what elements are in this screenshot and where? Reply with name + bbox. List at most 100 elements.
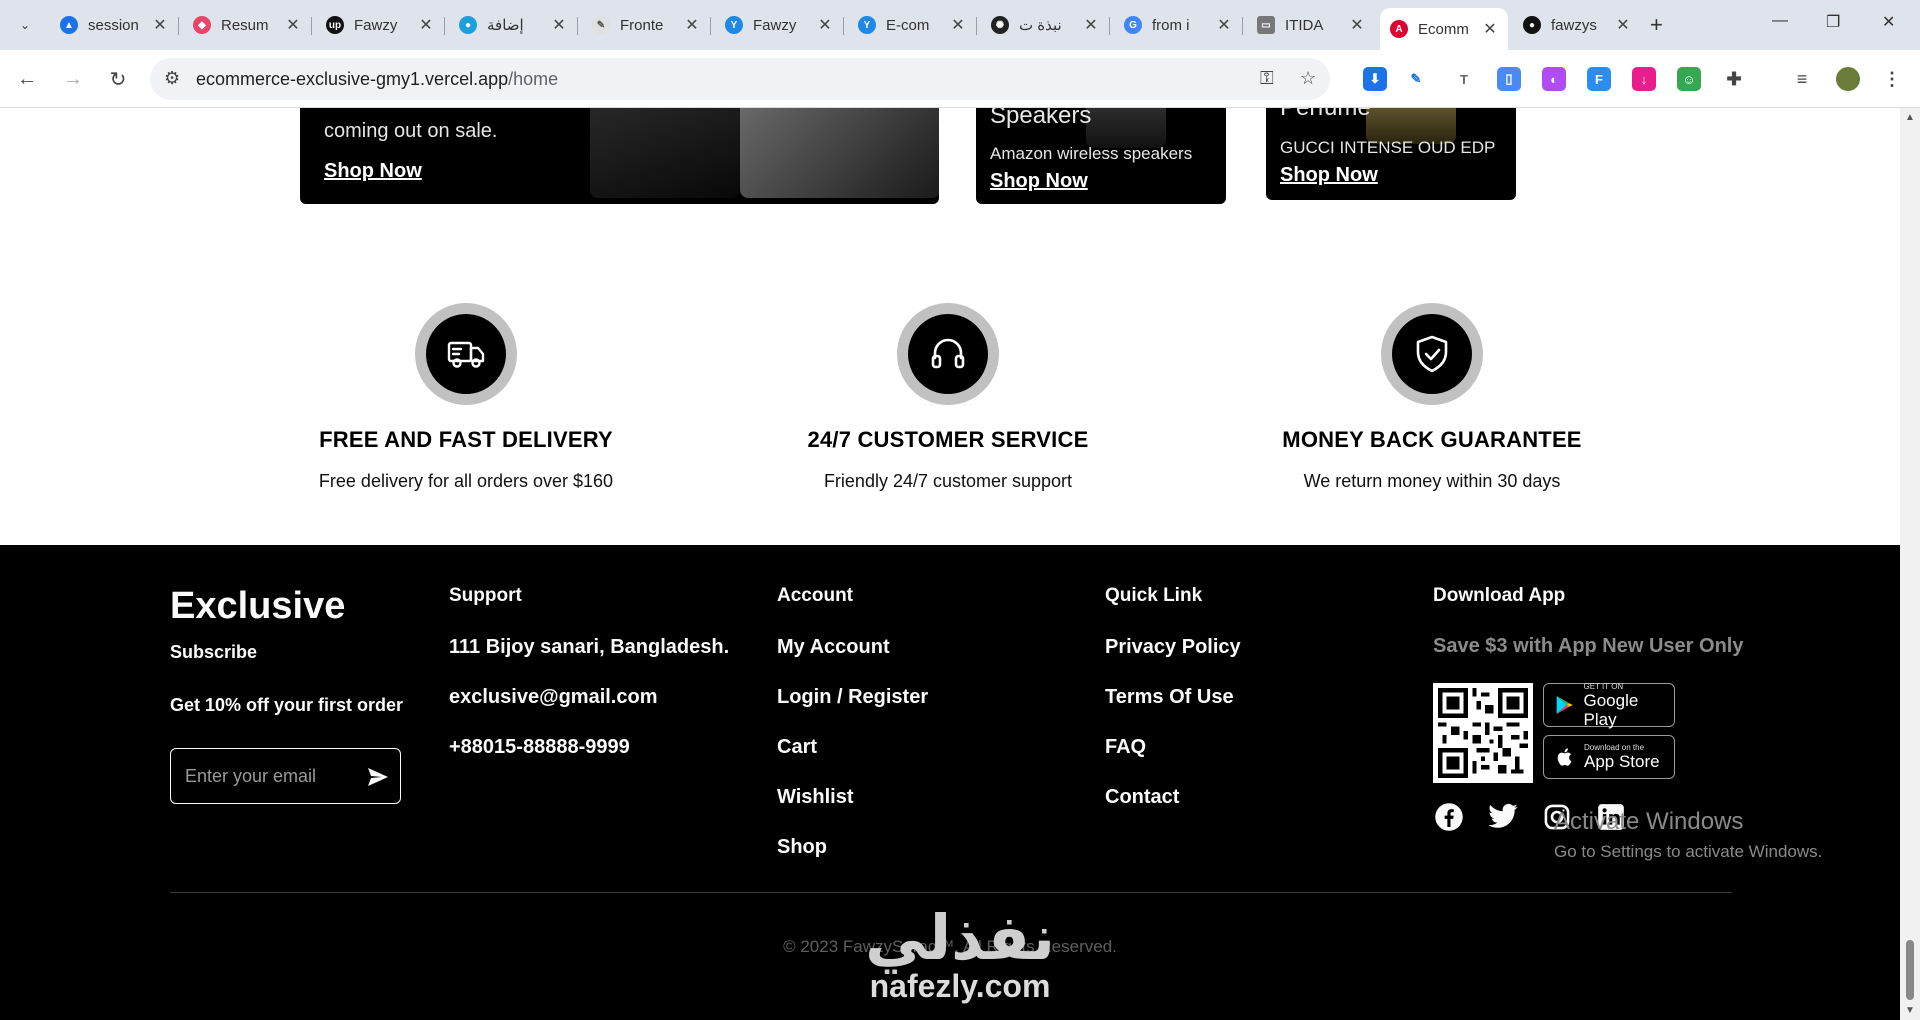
footer-link-my-account[interactable]: My Account bbox=[777, 635, 928, 685]
watermark-arabic-text: نفذلي bbox=[865, 901, 1055, 974]
close-icon[interactable]: ✕ bbox=[418, 15, 434, 35]
footer-link-cart[interactable]: Cart bbox=[777, 735, 928, 785]
reload-icon[interactable]: ↻ bbox=[103, 64, 133, 94]
support-phone[interactable]: +88015-88888-9999 bbox=[449, 735, 729, 785]
promo-card-perfume: Perfume GUCCI INTENSE OUD EDP Shop Now bbox=[1266, 108, 1516, 200]
download-icon[interactable]: ⬇ bbox=[1363, 67, 1387, 91]
browser-tab-active[interactable]: A Ecomm ✕ bbox=[1380, 8, 1508, 50]
shop-now-link[interactable]: Shop Now bbox=[324, 160, 422, 183]
close-icon[interactable]: ✕ bbox=[285, 15, 301, 35]
extensions-puzzle-icon[interactable]: ✚ bbox=[1722, 67, 1746, 91]
browser-tab[interactable]: Y E-com ✕ bbox=[848, 8, 977, 42]
media-control-icon[interactable]: ≡ bbox=[1790, 67, 1814, 91]
twitter-icon[interactable] bbox=[1487, 801, 1519, 833]
close-icon[interactable]: ✕ bbox=[1615, 15, 1631, 35]
store-small-text: Download on the bbox=[1584, 743, 1645, 752]
browser-tab[interactable]: up Fawzy ✕ bbox=[316, 8, 445, 42]
scroll-down-arrow-icon[interactable]: ▼ bbox=[1905, 1005, 1915, 1016]
profile-avatar[interactable] bbox=[1836, 67, 1860, 91]
product-image bbox=[1086, 108, 1166, 148]
tab-favicon: Y bbox=[725, 16, 743, 34]
new-tab-button[interactable]: + bbox=[1650, 12, 1663, 38]
footer-link-wishlist[interactable]: Wishlist bbox=[777, 785, 928, 835]
footer-divider bbox=[170, 892, 1732, 893]
url-host: ecommerce-exclusive-gmy1.vercel.app bbox=[196, 69, 509, 89]
close-icon[interactable]: ✕ bbox=[1349, 15, 1365, 35]
tab-favicon: G bbox=[1124, 16, 1142, 34]
close-icon[interactable]: ✕ bbox=[684, 15, 700, 35]
tab-label: إضافة bbox=[487, 17, 524, 34]
browser-tab[interactable]: ◆ Resum ✕ bbox=[183, 8, 312, 42]
app-store-button[interactable]: Download on the App Store bbox=[1543, 735, 1675, 779]
facebook-icon[interactable] bbox=[1433, 801, 1465, 833]
close-icon[interactable]: ✕ bbox=[1482, 19, 1498, 39]
promo-title: Perfume bbox=[1280, 108, 1371, 122]
browser-tab[interactable]: G from i ✕ bbox=[1114, 8, 1243, 42]
forward-icon[interactable]: → bbox=[58, 64, 88, 94]
copy-extension-icon[interactable]: ▯ bbox=[1497, 67, 1521, 91]
footer-link-shop[interactable]: Shop bbox=[777, 835, 928, 885]
window-close-icon[interactable]: ✕ bbox=[1882, 12, 1895, 32]
close-icon[interactable]: ✕ bbox=[551, 15, 567, 35]
footer-link-privacy-policy[interactable]: Privacy Policy bbox=[1105, 635, 1241, 685]
pen-extension-icon[interactable]: ✎ bbox=[1404, 67, 1428, 91]
site-info-icon[interactable]: ⚙ bbox=[164, 68, 180, 89]
browser-tab[interactable]: ▭ ITIDA ✕ bbox=[1247, 8, 1375, 42]
google-play-icon bbox=[1556, 696, 1573, 714]
password-key-icon[interactable]: ⚿ bbox=[1260, 68, 1274, 89]
url-text[interactable]: ecommerce-exclusive-gmy1.vercel.app/home bbox=[196, 69, 558, 90]
service-icon-ring bbox=[897, 303, 999, 405]
address-bar[interactable]: ⚙ ecommerce-exclusive-gmy1.vercel.app/ho… bbox=[150, 58, 1330, 100]
tab-label: Fawzy bbox=[753, 16, 797, 34]
text-extension-icon[interactable]: T bbox=[1452, 67, 1476, 91]
browser-tab[interactable]: ● إضافة ✕ bbox=[449, 8, 578, 42]
browser-tab[interactable]: ✺ نبذة ت ✕ bbox=[981, 8, 1110, 42]
tab-favicon: ▲ bbox=[60, 16, 78, 34]
close-icon[interactable]: ✕ bbox=[1083, 15, 1099, 35]
footer-link-terms[interactable]: Terms Of Use bbox=[1105, 685, 1241, 735]
scroll-up-arrow-icon[interactable]: ▲ bbox=[1905, 112, 1915, 123]
promo-card-speaker-set: coming out on sale. Shop Now bbox=[300, 108, 939, 204]
browser-tab[interactable]: ✎ Fronte ✕ bbox=[582, 8, 711, 42]
restore-icon[interactable]: ❐ bbox=[1826, 12, 1840, 32]
robot-extension-icon[interactable]: ☺ bbox=[1677, 67, 1701, 91]
support-email[interactable]: exclusive@gmail.com bbox=[449, 685, 729, 735]
tab-label: Resum bbox=[221, 16, 269, 34]
back-icon[interactable]: ← bbox=[12, 64, 42, 94]
footer-quick-link-column: Quick Link Privacy Policy Terms Of Use F… bbox=[1105, 585, 1241, 835]
page-scrollbar[interactable]: ▲ ▼ bbox=[1900, 108, 1920, 1020]
tab-favicon: ◆ bbox=[193, 16, 211, 34]
scrollbar-thumb[interactable] bbox=[1906, 940, 1914, 1000]
tab-search-button[interactable]: ⌄ bbox=[12, 12, 38, 38]
download-note: Save $3 with App New User Only bbox=[1433, 635, 1744, 657]
close-icon[interactable]: ✕ bbox=[1216, 15, 1232, 35]
downloader-extension-icon[interactable]: ↓ bbox=[1632, 67, 1656, 91]
google-play-button[interactable]: GET IT ON Google Play bbox=[1543, 682, 1675, 729]
footer-link-faq[interactable]: FAQ bbox=[1105, 735, 1241, 785]
footer-account-column: Account My Account Login / Register Cart… bbox=[777, 585, 928, 885]
product-image bbox=[740, 108, 939, 198]
close-icon[interactable]: ✕ bbox=[152, 15, 168, 35]
close-icon[interactable]: ✕ bbox=[950, 15, 966, 35]
purple-extension-icon[interactable]: ◐ bbox=[1542, 67, 1566, 91]
shop-now-link[interactable]: Shop Now bbox=[990, 170, 1088, 193]
email-input[interactable] bbox=[185, 763, 355, 789]
minimize-icon[interactable]: — bbox=[1772, 12, 1788, 30]
fi-extension-icon[interactable]: F bbox=[1587, 67, 1611, 91]
footer-link-contact[interactable]: Contact bbox=[1105, 785, 1241, 835]
subscribe-heading: Subscribe bbox=[170, 642, 258, 662]
service-title: 24/7 CUSTOMER SERVICE bbox=[807, 427, 1089, 452]
send-icon[interactable] bbox=[366, 765, 390, 789]
browser-tab[interactable]: ▲ session ✕ bbox=[50, 8, 179, 42]
footer-link-login-register[interactable]: Login / Register bbox=[777, 685, 928, 735]
activate-windows-watermark: Activate Windows Go to Settings to activ… bbox=[1554, 808, 1822, 862]
close-icon[interactable]: ✕ bbox=[817, 15, 833, 35]
promo-description: coming out on sale. bbox=[324, 120, 498, 142]
browser-tab[interactable]: Y Fawzy ✕ bbox=[715, 8, 844, 42]
bookmark-star-icon[interactable]: ☆ bbox=[1300, 68, 1316, 89]
tab-label: Ecomm bbox=[1418, 20, 1469, 38]
shop-now-link[interactable]: Shop Now bbox=[1280, 164, 1378, 187]
browser-menu-icon[interactable]: ⋮ bbox=[1880, 67, 1904, 91]
browser-tab[interactable]: ● fawzys ✕ bbox=[1513, 8, 1641, 42]
footer-brand[interactable]: Exclusive bbox=[170, 585, 345, 628]
